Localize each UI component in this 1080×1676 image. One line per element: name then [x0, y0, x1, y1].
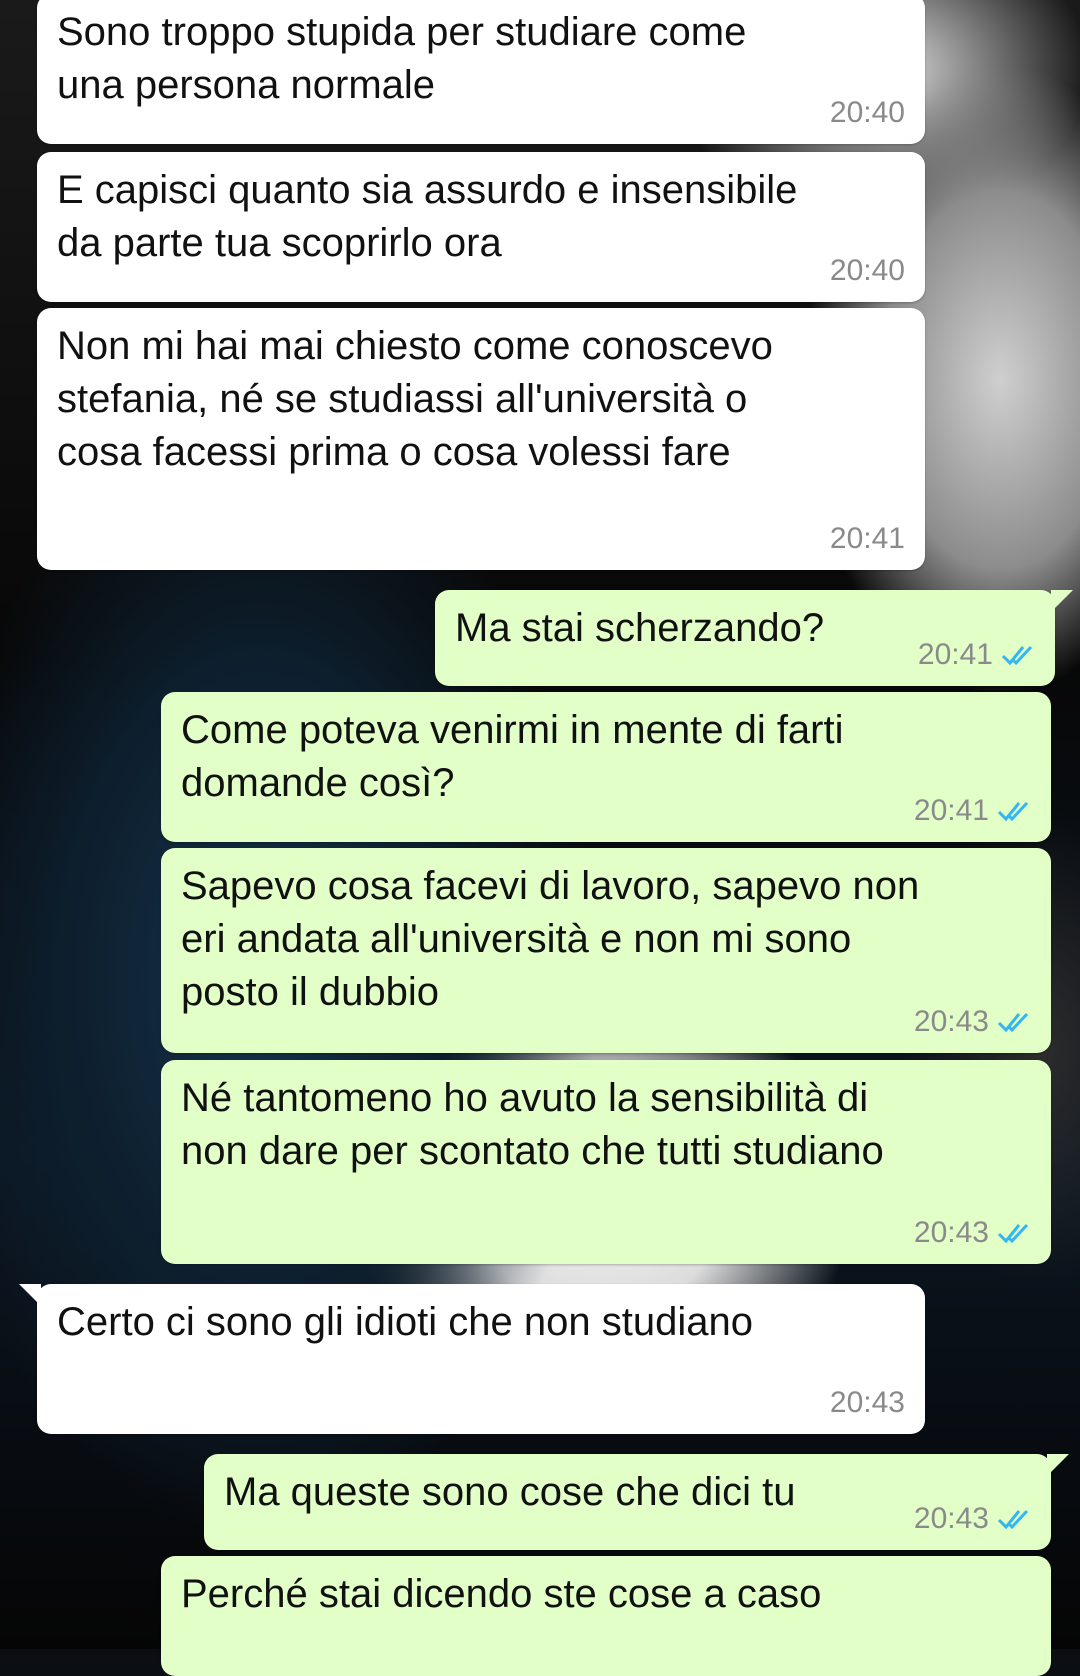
- message-time: 20:43: [913, 1502, 989, 1535]
- double-check-read-icon: [997, 1509, 1029, 1530]
- message-text: Perché stai dicendo ste cose a caso: [181, 1572, 822, 1616]
- message-text: Non mi hai mai chiesto come conoscevo st…: [57, 324, 773, 474]
- bubble-tail: [1051, 590, 1073, 612]
- bubble-tail: [1047, 1454, 1069, 1476]
- message-time: 20:43: [913, 1216, 989, 1249]
- message-time: 20:41: [913, 794, 989, 827]
- message-text: Né tantomeno ho avuto la sensibilità di …: [181, 1076, 884, 1173]
- double-check-read-icon: [997, 1012, 1029, 1033]
- message-text: E capisci quanto sia assurdo e insensibi…: [57, 168, 798, 265]
- double-check-read-icon: [1001, 645, 1033, 666]
- message-outgoing[interactable]: Né tantomeno ho avuto la sensibilità di …: [161, 1060, 1051, 1264]
- message-text: Ma queste sono cose che dici tu: [224, 1470, 796, 1514]
- message-text: Certo ci sono gli idioti che non studian…: [57, 1300, 753, 1344]
- message-incoming[interactable]: Non mi hai mai chiesto come conoscevo st…: [37, 308, 925, 570]
- message-outgoing[interactable]: Come poteva venirmi in mente di farti do…: [161, 692, 1051, 842]
- message-time: 20:40: [829, 254, 905, 287]
- message-incoming[interactable]: Sono troppo stupida per studiare come un…: [37, 0, 925, 144]
- message-time: 20:41: [917, 638, 993, 671]
- message-outgoing[interactable]: Ma queste sono cose che dici tu 20:43: [204, 1454, 1069, 1550]
- bubble-tail: [19, 1284, 41, 1306]
- message-outgoing[interactable]: Sapevo cosa facevi di lavoro, sapevo non…: [161, 848, 1051, 1053]
- message-text: Sono troppo stupida per studiare come un…: [57, 10, 747, 107]
- message-incoming[interactable]: Certo ci sono gli idioti che non studian…: [19, 1284, 925, 1434]
- message-outgoing[interactable]: Perché stai dicendo ste cose a caso: [161, 1556, 1051, 1676]
- message-text: Sapevo cosa facevi di lavoro, sapevo non…: [181, 864, 920, 1014]
- message-time: 20:43: [829, 1386, 905, 1419]
- double-check-read-icon: [997, 801, 1029, 822]
- double-check-read-icon: [997, 1223, 1029, 1244]
- message-text: Come poteva venirmi in mente di farti do…: [181, 708, 844, 805]
- message-outgoing[interactable]: Ma stai scherzando? 20:41: [435, 590, 1073, 686]
- message-incoming[interactable]: E capisci quanto sia assurdo e insensibi…: [37, 152, 925, 302]
- message-time: 20:43: [913, 1005, 989, 1038]
- message-time: 20:41: [829, 522, 905, 555]
- message-time: 20:40: [829, 96, 905, 129]
